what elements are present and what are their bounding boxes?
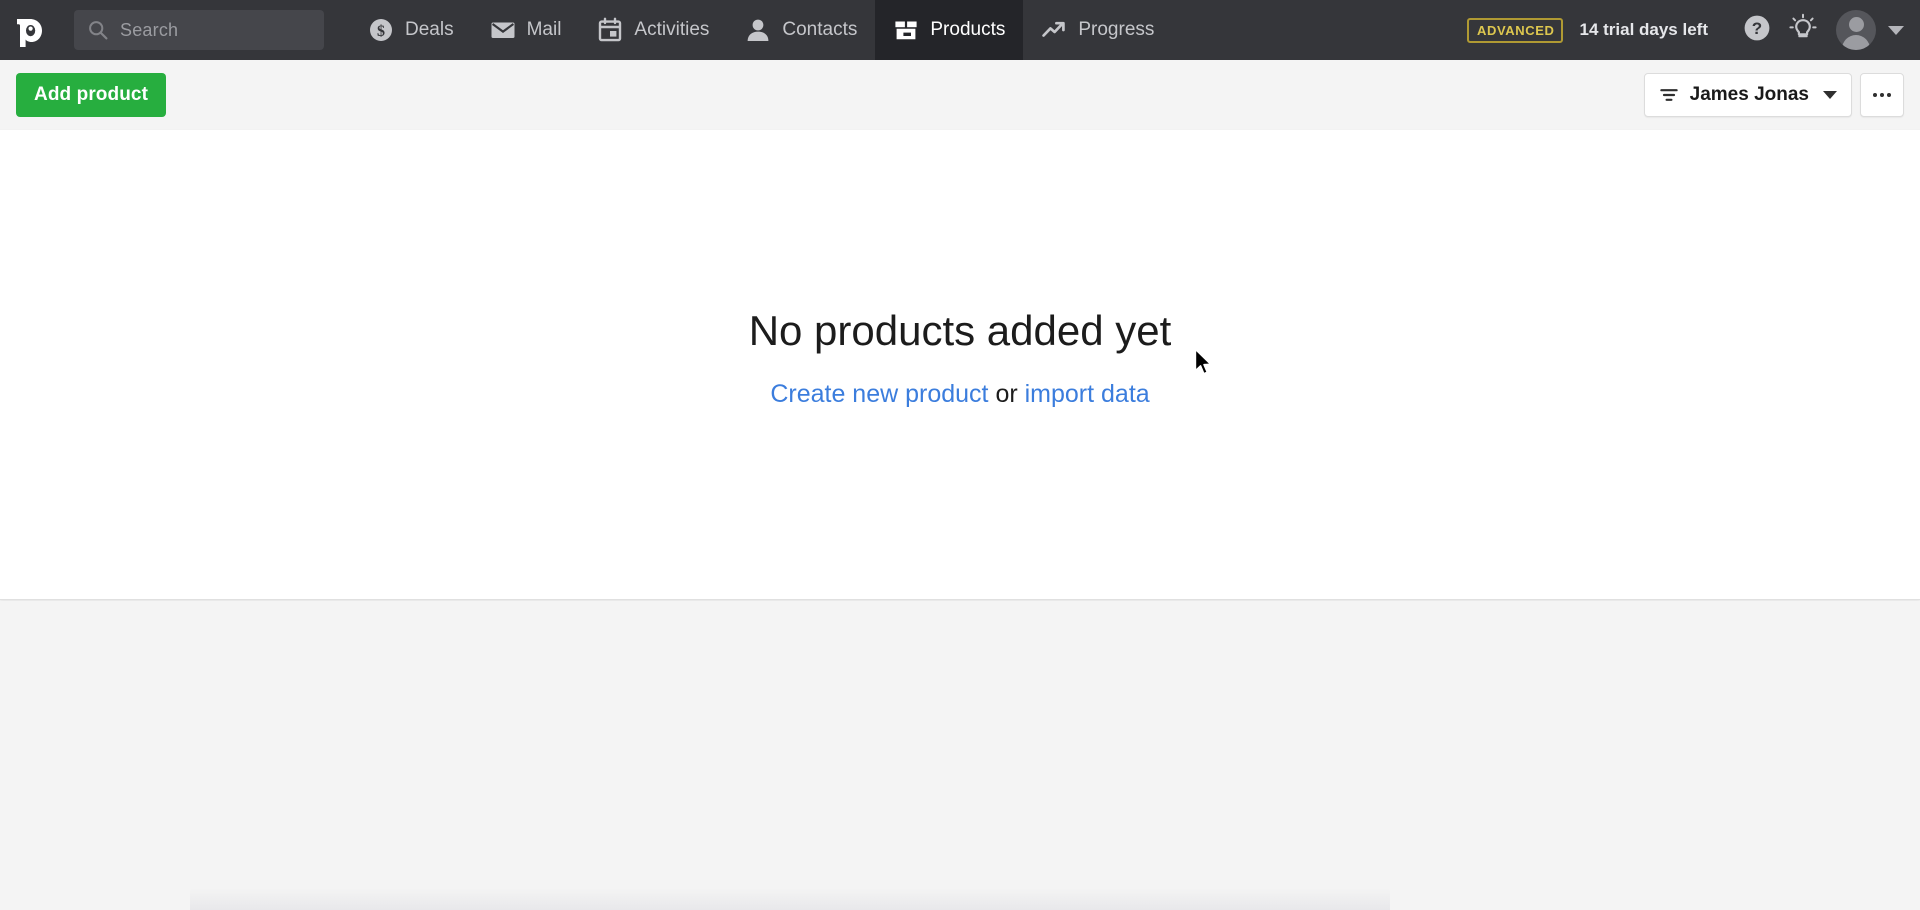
nav-item-label: Products bbox=[930, 19, 1006, 40]
box-icon bbox=[893, 17, 919, 43]
help-button[interactable]: ? bbox=[1734, 7, 1780, 53]
global-search-input[interactable]: Search bbox=[74, 10, 324, 50]
filter-icon bbox=[1659, 85, 1679, 105]
search-icon bbox=[88, 20, 108, 40]
more-options-button[interactable] bbox=[1860, 73, 1904, 117]
dollar-coin-icon: $ bbox=[368, 17, 394, 43]
nav-item-deals[interactable]: $ Deals bbox=[350, 0, 472, 60]
tips-button[interactable] bbox=[1780, 7, 1826, 53]
nav-item-activities[interactable]: Activities bbox=[579, 0, 727, 60]
page-lower-background bbox=[0, 601, 1920, 910]
top-navigation-bar: Search $ Deals Mail Activities Contacts … bbox=[0, 0, 1920, 60]
user-menu-button[interactable] bbox=[1836, 10, 1904, 50]
plan-badge[interactable]: ADVANCED bbox=[1466, 17, 1564, 43]
app-logo[interactable] bbox=[0, 0, 60, 60]
nav-item-label: Activities bbox=[634, 19, 710, 40]
ellipsis-dot bbox=[1880, 93, 1884, 97]
ellipsis-dot bbox=[1873, 93, 1877, 97]
page-action-toolbar: Add product James Jonas bbox=[0, 60, 1920, 130]
nav-item-label: Contacts bbox=[782, 19, 858, 40]
chevron-down-icon bbox=[1888, 25, 1904, 35]
products-content-panel: No products added yet Create new product… bbox=[0, 130, 1920, 600]
filter-label: James Jonas bbox=[1689, 84, 1809, 105]
avatar bbox=[1836, 10, 1876, 50]
nav-item-label: Progress bbox=[1078, 19, 1155, 40]
nav-item-progress[interactable]: Progress bbox=[1023, 0, 1172, 60]
nav-item-label: Mail bbox=[526, 19, 562, 40]
lightbulb-icon bbox=[1788, 13, 1818, 48]
empty-state-actions: Create new product or import data bbox=[0, 380, 1920, 409]
nav-item-label: Deals bbox=[405, 19, 454, 40]
envelope-icon bbox=[490, 17, 516, 43]
svg-text:?: ? bbox=[1752, 19, 1762, 38]
topbar-right-actions: ADVANCED 14 trial days left ? bbox=[1466, 0, 1920, 60]
toolbar-right-group: James Jonas bbox=[1643, 73, 1904, 117]
question-mark-circle-icon: ? bbox=[1742, 13, 1772, 48]
trending-up-icon bbox=[1041, 17, 1067, 43]
empty-state-separator: or bbox=[988, 380, 1025, 409]
main-nav-items: $ Deals Mail Activities Contacts Product… bbox=[350, 0, 1172, 60]
nav-item-mail[interactable]: Mail bbox=[472, 0, 580, 60]
ellipsis-dot bbox=[1887, 93, 1891, 97]
filter-button[interactable]: James Jonas bbox=[1643, 73, 1852, 117]
nav-item-products[interactable]: Products bbox=[875, 0, 1024, 60]
trial-days-text[interactable]: 14 trial days left bbox=[1579, 20, 1708, 40]
person-icon bbox=[745, 17, 771, 43]
pipedrive-p-logo-icon bbox=[17, 15, 43, 47]
background-panel-edge bbox=[190, 888, 1390, 910]
svg-text:$: $ bbox=[377, 23, 385, 40]
search-placeholder-text: Search bbox=[120, 19, 179, 40]
create-new-product-link[interactable]: Create new product bbox=[770, 380, 988, 408]
nav-item-contacts[interactable]: Contacts bbox=[727, 0, 875, 60]
calendar-icon bbox=[597, 17, 623, 43]
empty-state: No products added yet Create new product… bbox=[0, 130, 1920, 409]
empty-state-title: No products added yet bbox=[748, 307, 1172, 354]
chevron-down-icon bbox=[1823, 91, 1837, 99]
import-data-link[interactable]: import data bbox=[1025, 380, 1150, 408]
add-product-button[interactable]: Add product bbox=[16, 73, 167, 117]
